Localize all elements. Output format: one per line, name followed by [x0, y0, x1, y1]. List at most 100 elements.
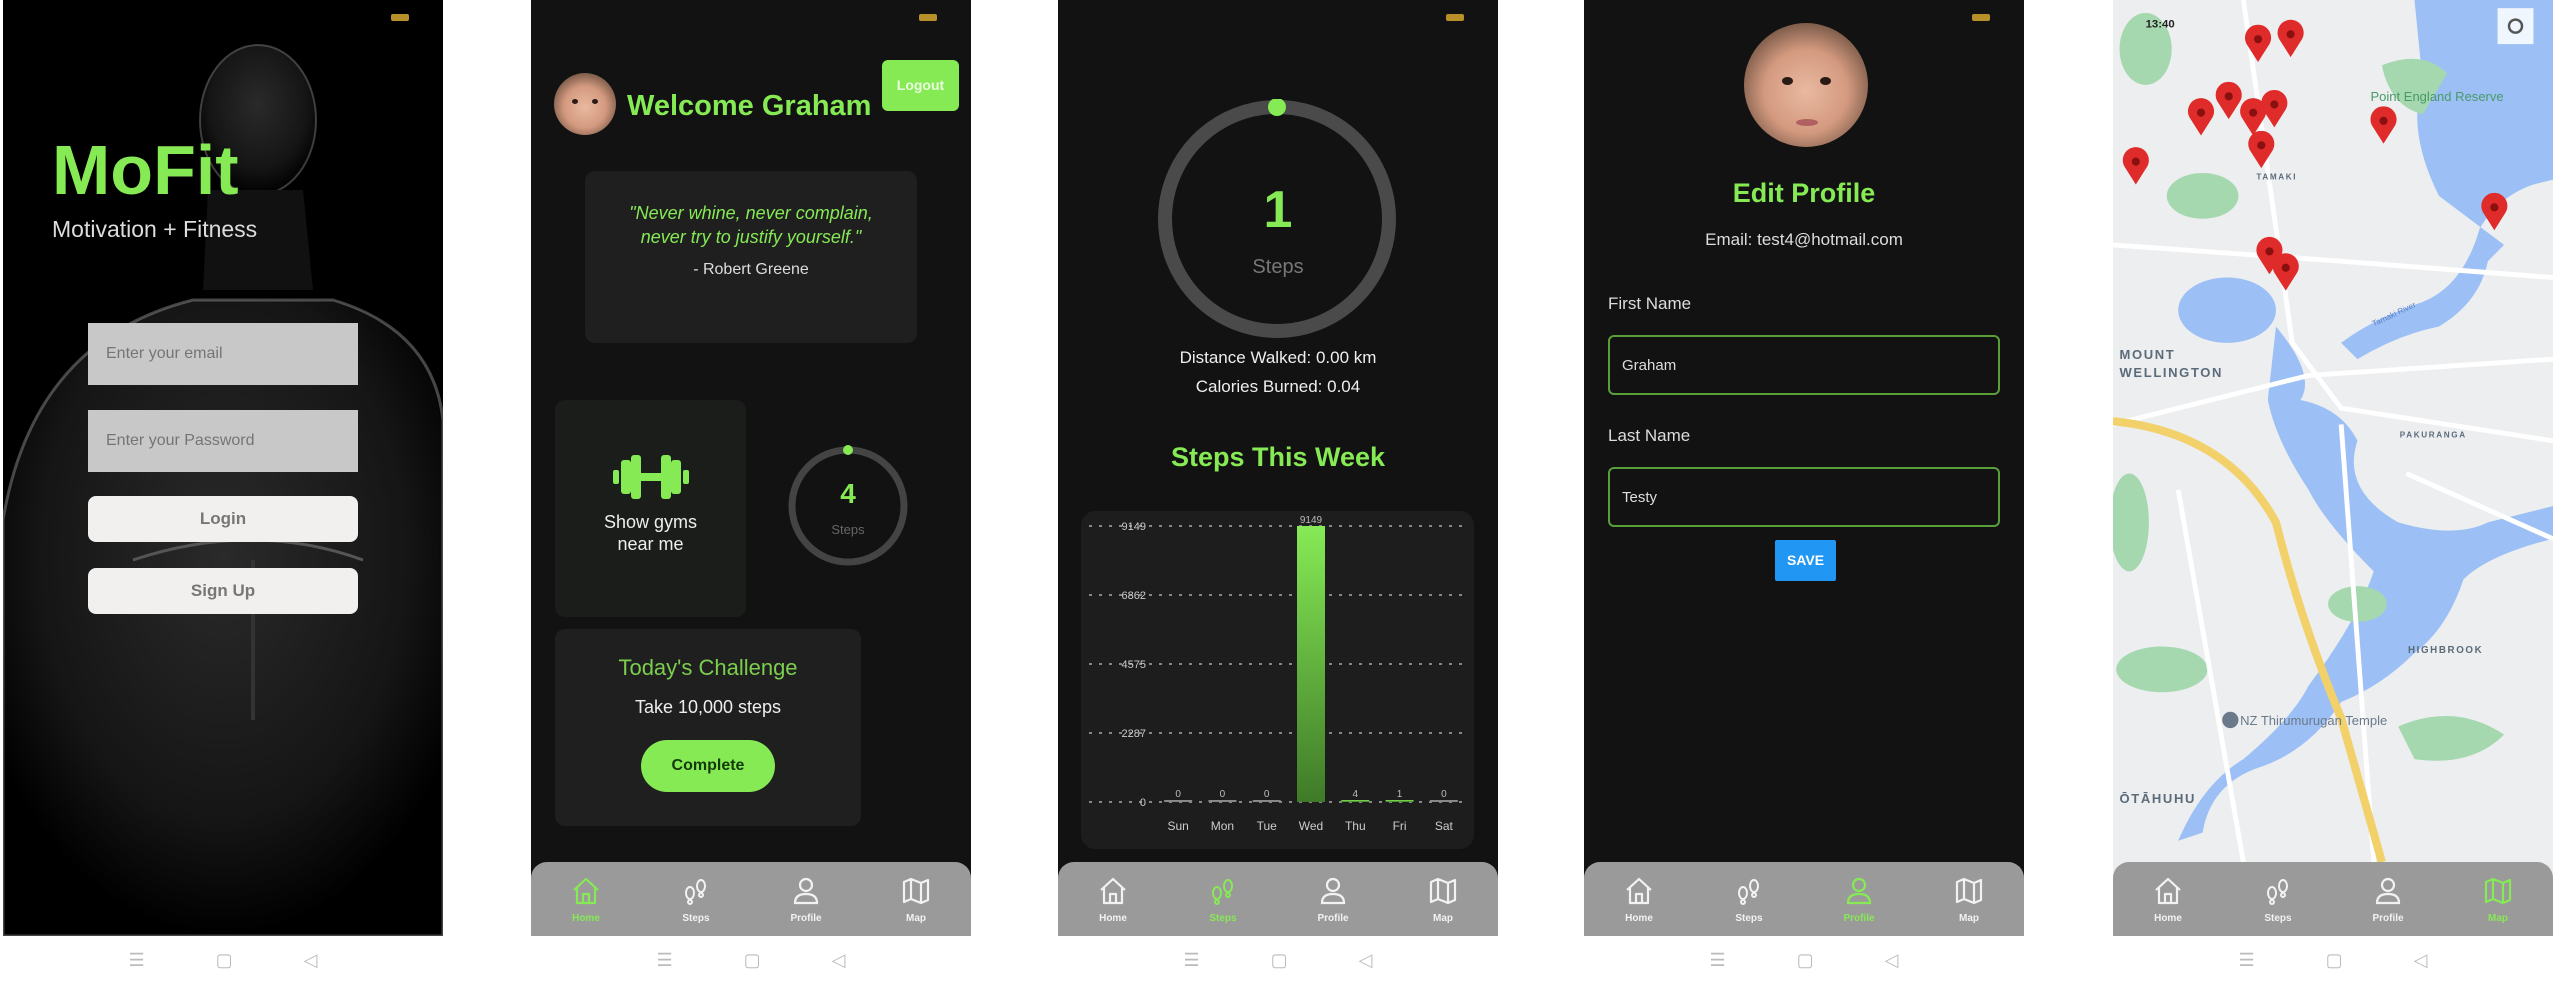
nav-home[interactable]: Home — [1073, 875, 1153, 924]
y-tick-label: 6862 — [1122, 590, 1146, 602]
gym-pin-icon[interactable] — [2272, 253, 2299, 291]
quote-text: "Never whine, never complain, never try … — [629, 203, 873, 247]
back-icon[interactable]: ◁ — [1885, 950, 1899, 976]
bar-value-label: 0 — [1264, 789, 1270, 800]
bottom-nav: Home Steps Profile Map — [531, 862, 971, 936]
menu-icon[interactable]: ☰ — [1710, 950, 1726, 976]
back-icon[interactable]: ◁ — [2414, 950, 2428, 976]
home-system-icon[interactable]: ▢ — [1797, 950, 1814, 976]
nav-label: Profile — [790, 912, 822, 924]
nav-map[interactable]: Map — [1929, 875, 2009, 924]
login-button[interactable]: Login — [88, 496, 358, 542]
steps-value: 1 — [1263, 181, 1293, 239]
nav-map[interactable]: Map — [1403, 875, 1483, 924]
home-steps-label: Steps — [831, 522, 865, 537]
map-label-mount: MOUNT — [2120, 347, 2176, 362]
home-icon — [2155, 877, 2181, 904]
nav-map[interactable]: Map — [2458, 875, 2538, 924]
nav-label: Profile — [1843, 912, 1875, 924]
x-tick-label: Wed — [1299, 819, 1323, 833]
last-name-input[interactable] — [1608, 467, 2000, 527]
gym-pin-icon[interactable] — [2248, 130, 2275, 169]
steps-week-chart: 0 2287 4575 6862 9149 0 Sun 0 Mon 0 Tue 9149 Wed 4 Thu… — [1081, 511, 1474, 849]
logout-button[interactable]: Logout — [882, 60, 959, 111]
gym-pin-icon[interactable] — [2261, 89, 2288, 128]
nav-label: Map — [906, 912, 926, 924]
show-gyms-card[interactable]: Show gyms near me — [555, 400, 746, 617]
bar-value-label: 0 — [1175, 789, 1181, 800]
nav-home[interactable]: Home — [1599, 875, 1679, 924]
my-location-button[interactable] — [2497, 8, 2534, 45]
quote-author: - Robert Greene — [693, 261, 809, 278]
avatar[interactable] — [554, 73, 616, 135]
steps-screen: 1 Steps Distance Walked: 0.00 km Calorie… — [1058, 0, 1498, 936]
nav-steps[interactable]: Steps — [2238, 875, 2318, 924]
home-system-icon[interactable]: ▢ — [2326, 950, 2343, 976]
password-input[interactable] — [88, 410, 358, 472]
nav-steps[interactable]: Steps — [1183, 875, 1263, 924]
bar-wed — [1297, 526, 1325, 802]
gym-pin-icon[interactable] — [2122, 147, 2149, 185]
signup-button[interactable]: Sign Up — [88, 568, 358, 614]
gym-pin-icon[interactable] — [2187, 98, 2215, 136]
home-system-icon[interactable]: ▢ — [1271, 950, 1288, 976]
system-nav: ☰ ▢ ◁ — [3, 950, 443, 976]
y-tick-label: 0 — [1140, 797, 1146, 809]
save-button[interactable]: SAVE — [1775, 540, 1836, 581]
system-nav: ☰ ▢ ◁ — [1058, 950, 1498, 976]
app-subtitle: Motivation + Fitness — [52, 216, 258, 242]
last-name-label: Last Name — [1608, 426, 1691, 445]
first-name-input[interactable] — [1608, 335, 2000, 395]
gym-pin-icon[interactable] — [2481, 192, 2508, 231]
y-tick-label: 2287 — [1122, 728, 1146, 740]
nav-profile[interactable]: Profile — [2348, 875, 2428, 924]
x-tick-label: Tue — [1257, 819, 1278, 833]
footsteps-icon — [1738, 878, 1759, 905]
system-nav: ☰ ▢ ◁ — [2113, 950, 2553, 976]
system-nav: ☰ ▢ ◁ — [531, 950, 971, 976]
complete-button[interactable]: Complete — [641, 740, 775, 792]
map-icon — [2484, 877, 2512, 904]
nav-label: Profile — [2372, 912, 2404, 924]
nav-profile[interactable]: Profile — [1293, 875, 1373, 924]
steps-label: Steps — [1252, 256, 1304, 278]
nav-steps[interactable]: Steps — [656, 875, 736, 924]
battery-icon — [1972, 14, 1990, 21]
home-steps-value: 4 — [840, 478, 856, 509]
battery-icon — [391, 14, 409, 21]
nav-steps[interactable]: Steps — [1709, 875, 1789, 924]
profile-avatar[interactable] — [1744, 23, 1868, 147]
menu-icon[interactable]: ☰ — [2239, 950, 2255, 976]
home-system-icon[interactable]: ▢ — [744, 950, 761, 976]
back-icon[interactable]: ◁ — [1359, 950, 1373, 976]
nav-profile[interactable]: Profile — [1819, 875, 1899, 924]
nav-home[interactable]: Home — [546, 875, 626, 924]
gym-pin-icon[interactable] — [2370, 106, 2397, 144]
email-input[interactable] — [88, 323, 358, 385]
back-icon[interactable]: ◁ — [304, 950, 318, 976]
person-icon — [1320, 877, 1346, 904]
quote-card: "Never whine, never complain, never try … — [585, 171, 917, 343]
nav-label: Home — [2154, 912, 2182, 924]
gym-pin-icon[interactable] — [2245, 24, 2272, 63]
temple-marker-icon[interactable] — [2222, 711, 2239, 729]
x-tick-label: Sat — [1435, 819, 1454, 833]
bar-sat — [1429, 800, 1458, 802]
home-system-icon[interactable]: ▢ — [216, 950, 233, 976]
menu-icon[interactable]: ☰ — [129, 950, 145, 976]
map-label-otahuhu: ŌTĀHUHU — [2120, 791, 2197, 806]
back-icon[interactable]: ◁ — [832, 950, 846, 976]
nav-home[interactable]: Home — [2128, 875, 2208, 924]
gym-map[interactable]: Point England Reserve TAMAKI MOUNT WELLI… — [2113, 0, 2553, 862]
nav-label: Map — [1959, 912, 1979, 924]
gym-pin-icon[interactable] — [2277, 19, 2304, 58]
bar-value-label: 0 — [1220, 789, 1226, 800]
menu-icon[interactable]: ☰ — [657, 950, 673, 976]
gym-pin-icon[interactable] — [2215, 81, 2242, 120]
map-icon — [902, 877, 930, 904]
map-label-temple[interactable]: NZ Thirumurugan Temple — [2240, 713, 2387, 728]
menu-icon[interactable]: ☰ — [1184, 950, 1200, 976]
nav-map[interactable]: Map — [876, 875, 956, 924]
nav-profile[interactable]: Profile — [766, 875, 846, 924]
profile-email: Email: test4@hotmail.com — [1705, 230, 1903, 249]
